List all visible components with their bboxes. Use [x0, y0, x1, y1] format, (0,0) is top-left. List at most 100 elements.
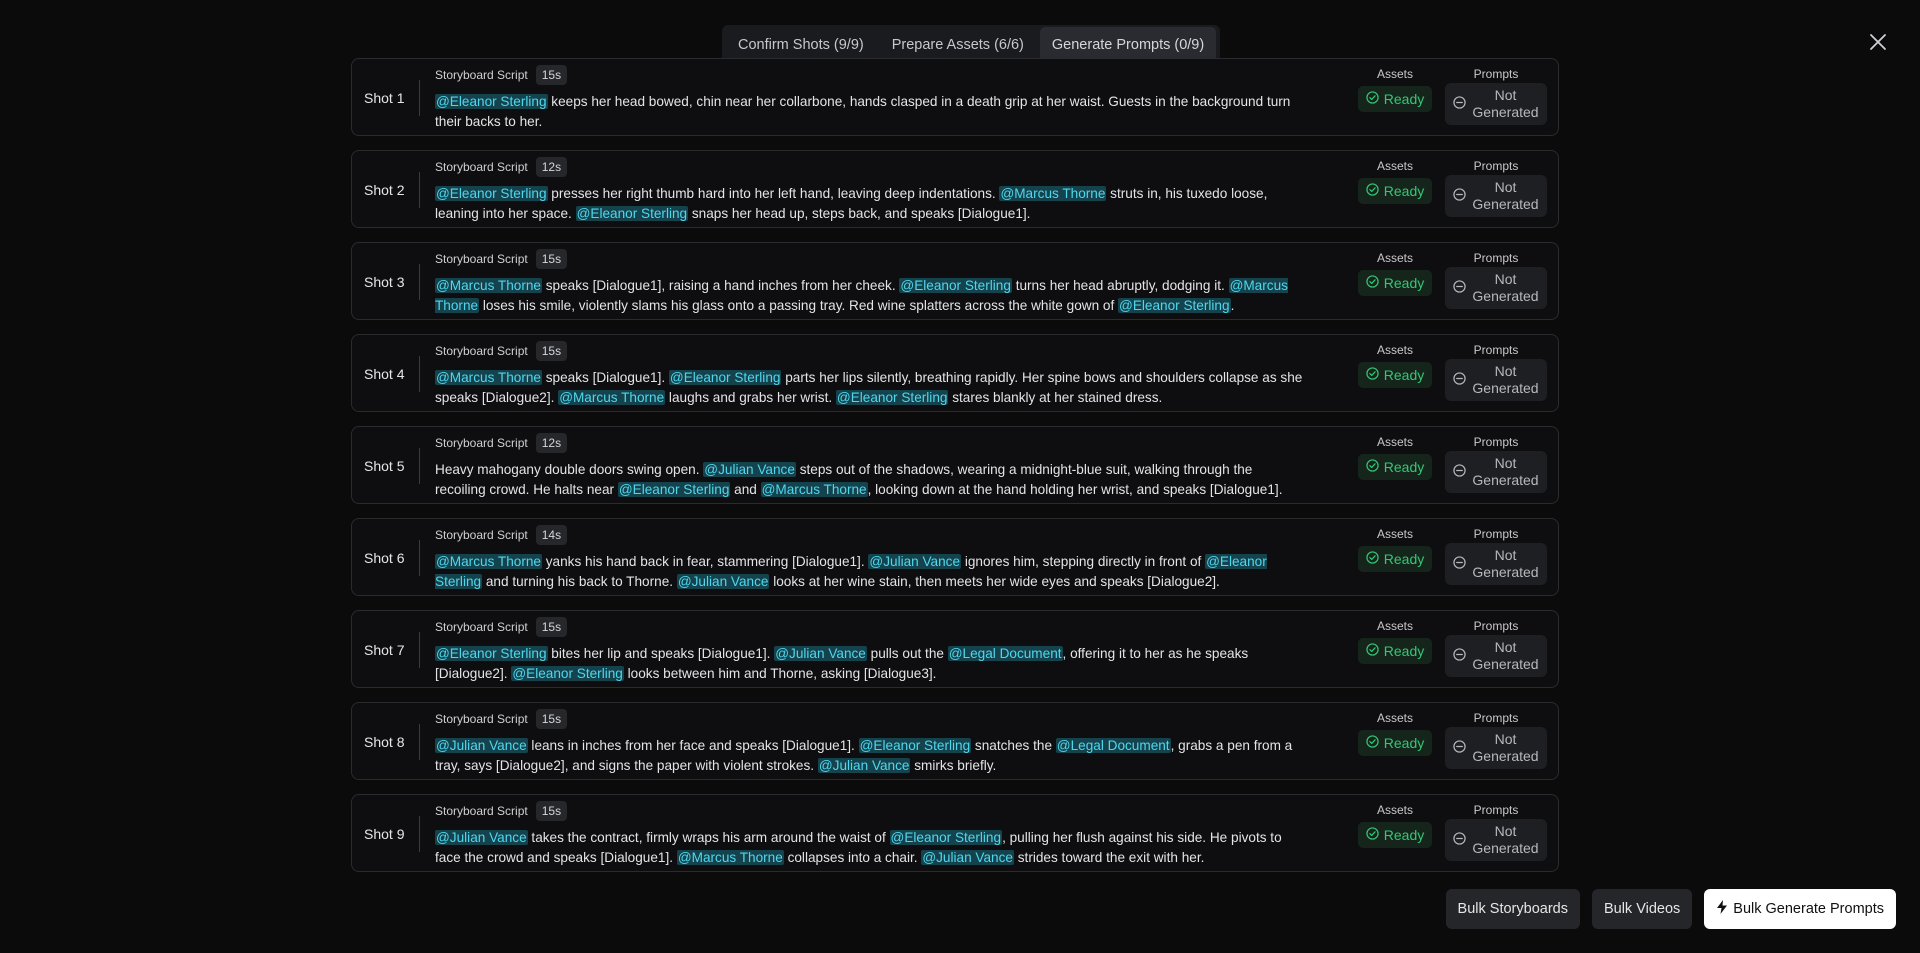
mention-tag[interactable]: @Marcus Thorne: [999, 186, 1107, 201]
prompts-status: Prompts Not Generated: [1445, 343, 1547, 401]
script-text: keeps her head bowed, chin near her coll…: [435, 94, 1291, 129]
assets-status: Assets Ready: [1355, 343, 1435, 388]
bulk-storyboards-button[interactable]: Bulk Storyboards: [1445, 889, 1580, 929]
minus-circle-icon: [1453, 371, 1467, 389]
ready-badge: Ready: [1357, 546, 1433, 572]
not-generated-line-2: Generated: [1472, 196, 1539, 212]
not-generated-badge: Not Generated: [1445, 727, 1547, 769]
duration-badge: 15s: [535, 801, 568, 821]
assets-status: Assets Ready: [1355, 803, 1435, 848]
shot-card[interactable]: Shot 5 Storyboard Script 12s Heavy mahog…: [351, 426, 1559, 504]
shot-card[interactable]: Shot 3 Storyboard Script 15s @Marcus Tho…: [351, 242, 1559, 320]
storyboard-script: @Marcus Thorne yanks his hand back in fe…: [435, 552, 1305, 592]
shot-number: Shot 4: [364, 366, 405, 382]
mention-tag[interactable]: @Marcus Thorne: [676, 850, 784, 865]
storyboard-script: @Eleanor Sterling bites her lip and spea…: [435, 644, 1305, 684]
script-text: looks between him and Thorne, asking [Di…: [623, 666, 937, 681]
mention-tag[interactable]: @Julian Vance: [676, 574, 770, 589]
divider: [419, 264, 420, 300]
minus-circle-icon: [1453, 831, 1467, 849]
shot-card[interactable]: Shot 6 Storyboard Script 14s @Marcus Tho…: [351, 518, 1559, 596]
mention-tag[interactable]: @Eleanor Sterling: [575, 206, 689, 221]
assets-label: Assets: [1376, 527, 1413, 541]
not-generated-line-1: Not: [1494, 271, 1517, 287]
mention-tag[interactable]: @Julian Vance: [817, 758, 911, 773]
bulk-videos-button[interactable]: Bulk Videos: [1591, 889, 1693, 929]
minus-circle-icon: [1453, 647, 1467, 665]
mention-tag[interactable]: @Eleanor Sterling: [668, 370, 782, 385]
minus-circle-icon: [1453, 279, 1467, 297]
mention-tag[interactable]: @Marcus Thorne: [760, 482, 868, 497]
shot-card[interactable]: Shot 2 Storyboard Script 12s @Eleanor St…: [351, 150, 1559, 228]
prompts-status: Prompts Not Generated: [1445, 251, 1547, 309]
mention-tag[interactable]: @Legal Document: [1055, 738, 1171, 753]
not-generated-line-2: Generated: [1472, 104, 1539, 120]
mention-tag[interactable]: @Julian Vance: [774, 646, 867, 661]
prompts-label: Prompts: [1473, 343, 1519, 357]
divider: [419, 540, 420, 576]
mention-tag[interactable]: @Eleanor Sterling: [858, 738, 972, 753]
script-text: strides toward the exit with her.: [1013, 850, 1205, 865]
assets-label: Assets: [1376, 803, 1413, 817]
script-text: and: [730, 482, 761, 497]
close-icon[interactable]: [1866, 30, 1890, 54]
bulk-generate-prompts-button[interactable]: Bulk Generate Prompts: [1704, 889, 1896, 929]
mention-tag[interactable]: @Eleanor Sterling: [435, 186, 548, 201]
mention-tag[interactable]: @Julian Vance: [703, 462, 796, 477]
storyboard-script: @Julian Vance takes the contract, firmly…: [435, 828, 1305, 868]
shot-number: Shot 2: [364, 182, 405, 198]
prompts-status: Prompts Not Generated: [1445, 711, 1547, 769]
assets-label: Assets: [1376, 67, 1413, 81]
script-text: snaps her head up, steps back, and speak…: [688, 206, 1031, 221]
assets-label: Assets: [1376, 251, 1413, 265]
script-label: Storyboard Script: [435, 160, 528, 174]
mention-tag[interactable]: @Eleanor Sterling: [899, 278, 1012, 293]
mention-tag[interactable]: @Eleanor Sterling: [1118, 298, 1231, 313]
shot-meta: Storyboard Script 15s: [435, 341, 568, 361]
script-text: presses her right thumb hard into her le…: [547, 186, 1000, 201]
shot-card[interactable]: Shot 4 Storyboard Script 15s @Marcus Tho…: [351, 334, 1559, 412]
mention-tag[interactable]: @Eleanor Sterling: [835, 390, 949, 405]
not-generated-line-1: Not: [1494, 731, 1517, 747]
mention-tag[interactable]: @Julian Vance: [921, 850, 1014, 865]
mention-tag[interactable]: @Julian Vance: [868, 554, 962, 569]
storyboard-script: Heavy mahogany double doors swing open. …: [435, 460, 1305, 500]
prompts-status: Prompts Not Generated: [1445, 435, 1547, 493]
ready-label: Ready: [1383, 275, 1425, 291]
script-text: Heavy mahogany double doors swing open.: [435, 462, 704, 477]
mention-tag[interactable]: @Marcus Thorne: [435, 278, 542, 293]
mention-tag[interactable]: @Eleanor Sterling: [617, 482, 731, 497]
mention-tag[interactable]: @Marcus Thorne: [435, 370, 542, 385]
not-generated-label: Not Generated: [1472, 547, 1538, 581]
assets-status: Assets Ready: [1355, 435, 1435, 480]
duration-badge: 15s: [535, 709, 568, 729]
mention-tag[interactable]: @Eleanor Sterling: [435, 646, 548, 661]
mention-tag[interactable]: @Eleanor Sterling: [511, 666, 624, 681]
mention-tag[interactable]: @Julian Vance: [435, 830, 528, 845]
mention-tag[interactable]: @Eleanor Sterling: [889, 830, 1003, 845]
prompts-label: Prompts: [1473, 619, 1519, 633]
mention-tag[interactable]: @Marcus Thorne: [435, 554, 542, 569]
shot-meta: Storyboard Script 15s: [435, 249, 568, 269]
shot-card[interactable]: Shot 8 Storyboard Script 15s @Julian Van…: [351, 702, 1559, 780]
assets-label: Assets: [1376, 711, 1413, 725]
mention-tag[interactable]: @Marcus Thorne: [558, 390, 666, 405]
shot-number: Shot 1: [364, 90, 405, 106]
prompts-status: Prompts Not Generated: [1445, 527, 1547, 585]
mention-tag[interactable]: @Julian Vance: [435, 738, 528, 753]
shot-card[interactable]: Shot 7 Storyboard Script 15s @Eleanor St…: [351, 610, 1559, 688]
storyboard-script: @Eleanor Sterling presses her right thum…: [435, 184, 1305, 224]
shot-card[interactable]: Shot 9 Storyboard Script 15s @Julian Van…: [351, 794, 1559, 872]
shot-number: Shot 7: [364, 642, 405, 658]
not-generated-line-2: Generated: [1472, 288, 1539, 304]
ready-label: Ready: [1383, 183, 1425, 199]
mention-tag[interactable]: @Legal Document: [947, 646, 1063, 661]
script-text: bites her lip and speaks [Dialogue1].: [547, 646, 775, 661]
shot-meta: Storyboard Script 12s: [435, 433, 568, 453]
shot-card[interactable]: Shot 1 Storyboard Script 15s @Eleanor St…: [351, 58, 1559, 136]
mention-tag[interactable]: @Eleanor Sterling: [435, 94, 548, 109]
assets-status: Assets Ready: [1355, 711, 1435, 756]
duration-badge: 15s: [535, 617, 568, 637]
shot-meta: Storyboard Script 15s: [435, 65, 568, 85]
storyboard-script: @Marcus Thorne speaks [Dialogue1], raisi…: [435, 276, 1305, 316]
